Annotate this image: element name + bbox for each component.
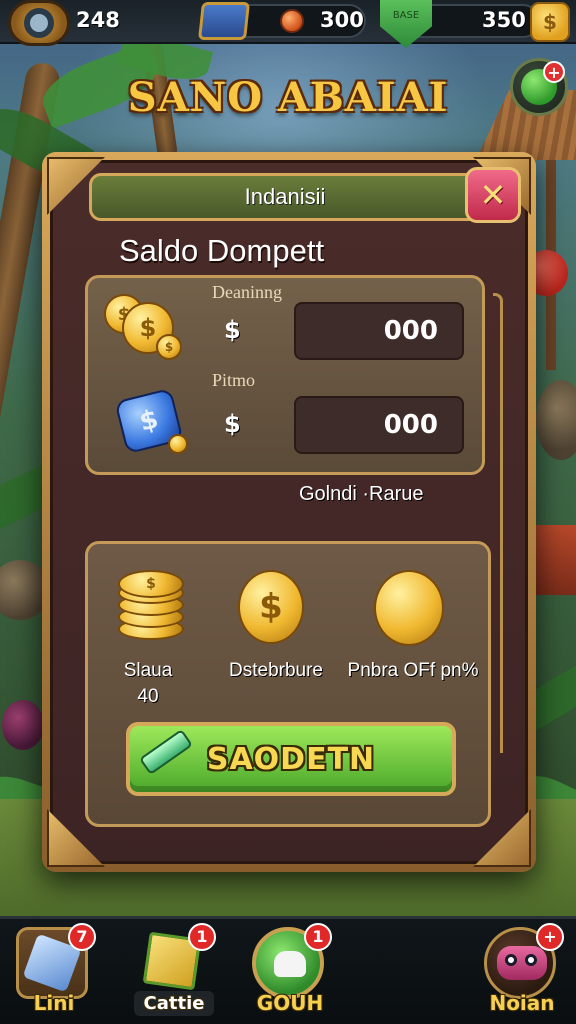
coin-stack-icon[interactable]: $ (114, 568, 188, 646)
nav-label-2: Cattie (134, 991, 214, 1016)
buy-button[interactable]: SAODETN (126, 722, 456, 796)
balance-currency-2: $ (224, 410, 241, 438)
player-level: 248 (76, 8, 120, 32)
resource-bar: 248 300 BASE 350 $ (0, 0, 576, 48)
nav-badge-1: 7 (68, 923, 96, 951)
balance-field-2: 000 (294, 396, 464, 454)
shop-panel: $ Slaua 40 $ Dstebrbure Pnbra OFf pn% SA… (85, 541, 491, 827)
balance-label-1: Deaninng (212, 282, 282, 302)
side-gem-button[interactable]: + (510, 58, 568, 116)
scrollbar[interactable] (493, 293, 503, 753)
modal-header-title: Indanisii (244, 184, 326, 209)
coin-count: 350 (482, 8, 526, 32)
nav-item-hand[interactable]: 1 GOUH (240, 921, 340, 1024)
chest-icon[interactable] (198, 2, 250, 40)
buy-button-label: SAODETN (206, 741, 376, 777)
gold-coins-icon: $ $ $ (104, 288, 184, 368)
potion-tube-icon (138, 728, 194, 776)
nav-label-1: Lini (33, 991, 75, 1015)
nav-item-monster[interactable]: + Noian (472, 921, 572, 1024)
balance-field-1: 000 (294, 302, 464, 360)
game-title: SANO ABAIAI (127, 74, 449, 121)
shop-item-label-1: Slaua 40 (123, 660, 173, 707)
gold-note: Golndi ·Rarue (299, 483, 424, 505)
balance-value-2: 000 (383, 410, 438, 440)
blue-coin-icon: $ (114, 387, 196, 458)
coin-icon[interactable]: $ (530, 2, 570, 42)
nav-label-3: GOUH (256, 991, 324, 1015)
balance-label-2: Pitmo (212, 370, 256, 390)
shop-item-label-3: Pnbra OFf pn% (347, 660, 479, 681)
wallet-title: Saldo Dompett (119, 233, 325, 268)
nav-item-crystal[interactable]: 7 Lini (4, 921, 104, 1024)
wallet-modal: Indanisii ✕ Saldo Dompett $ $ $ Deaninng… (42, 152, 536, 872)
balance-currency-1: $ (224, 316, 241, 344)
nav-badge-3: 1 (304, 923, 332, 951)
gold-orb-icon[interactable] (374, 570, 444, 646)
player-avatar[interactable] (8, 0, 70, 46)
balance-value-1: 000 (383, 316, 438, 346)
bottom-navigation: 7 Lini 1 Cattie 1 GOUH + Noian (0, 916, 576, 1024)
close-button[interactable]: ✕ (465, 167, 521, 223)
nav-label-4: Noian (489, 991, 555, 1015)
modal-header: Indanisii (89, 173, 481, 221)
shield-icon: BASE (380, 0, 432, 48)
ruby-icon (280, 9, 304, 33)
shop-item-label-2: Dstebrbure (229, 660, 323, 681)
close-icon: ✕ (479, 176, 507, 214)
nav-badge-2: 1 (188, 923, 216, 951)
balance-panel: $ $ $ Deaninng $ 000 $ Pitmo $ 000 (85, 275, 485, 475)
nav-item-gift[interactable]: 1 Cattie (124, 921, 224, 1024)
plus-icon: + (543, 61, 565, 83)
nav-badge-4: + (536, 923, 564, 951)
gold-coin-icon[interactable]: $ (238, 570, 304, 644)
gem-count: 300 (320, 8, 364, 32)
